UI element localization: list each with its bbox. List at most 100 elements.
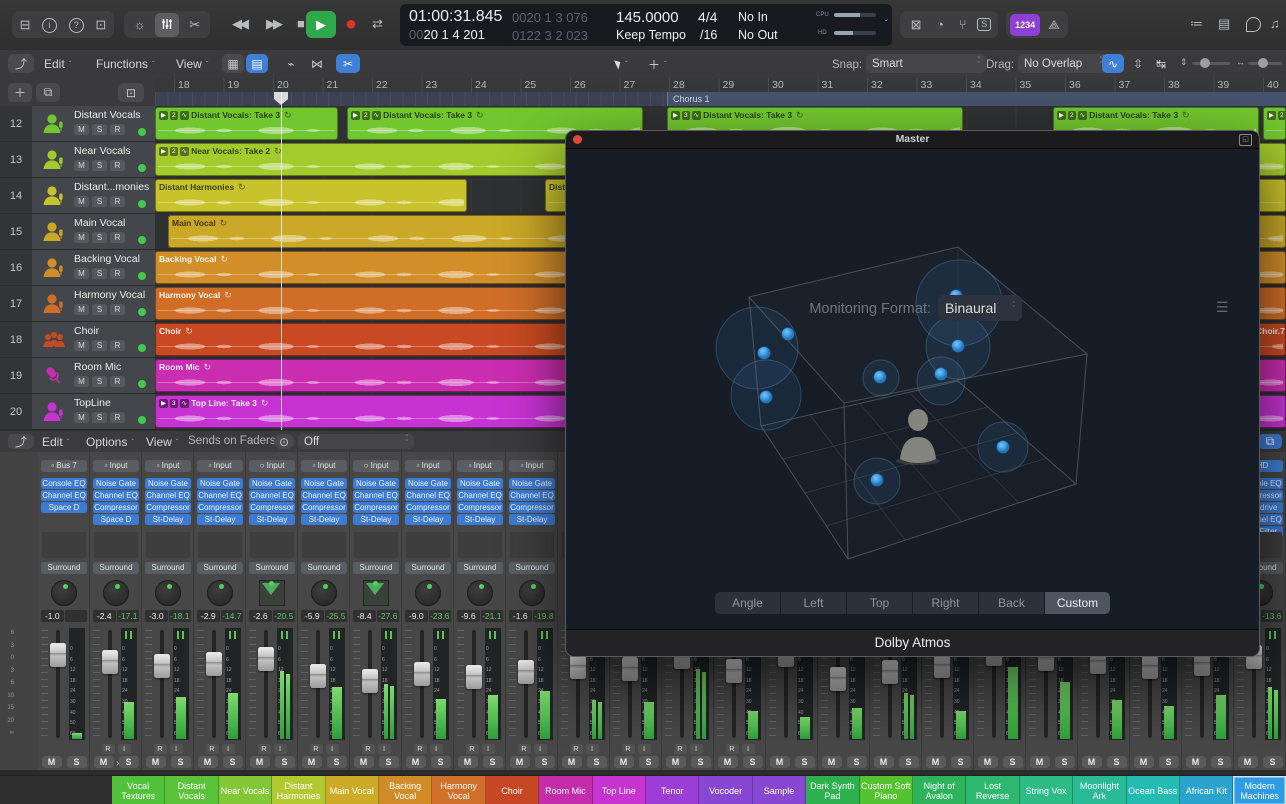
mute-button[interactable]: M bbox=[74, 376, 89, 387]
fx-plugin-button[interactable]: Noise Gate bbox=[197, 478, 243, 489]
input-monitor-dot[interactable] bbox=[138, 308, 146, 316]
track-header[interactable]: Backing Vocal M S R bbox=[32, 250, 155, 285]
dual-mixer-view-button[interactable]: ⧉ bbox=[1258, 434, 1282, 449]
input-monitor-button[interactable]: I bbox=[741, 744, 755, 754]
send-db-value[interactable]: -21.1 bbox=[480, 610, 503, 622]
record-button[interactable]: R bbox=[110, 340, 125, 351]
project-chooser-icon[interactable]: ⊟ bbox=[16, 18, 35, 31]
master-plugin-window[interactable]: Master ◱ Monitoring Format: Binaural ˆˇ … bbox=[565, 130, 1260, 657]
mute-button[interactable]: M bbox=[74, 160, 89, 171]
view-menu[interactable]: View ˇ bbox=[176, 55, 208, 73]
tools-icon[interactable]: ✂ bbox=[185, 18, 204, 31]
output-slot-button[interactable]: Surround bbox=[301, 562, 347, 574]
volume-db-value[interactable]: -2.4 bbox=[93, 610, 116, 622]
back-button[interactable]: ⤴ bbox=[8, 54, 34, 73]
fx-plugin-button[interactable]: St-Delay bbox=[197, 514, 243, 525]
record-ready-button[interactable]: R bbox=[153, 744, 167, 754]
track-name[interactable]: Choir bbox=[74, 325, 152, 337]
volume-db-value[interactable]: -1.6 bbox=[509, 610, 532, 622]
input-slot-button[interactable]: ▫ Input bbox=[145, 460, 191, 472]
add-track-button[interactable]: ＋ bbox=[8, 83, 32, 102]
input-monitor-dot[interactable] bbox=[138, 128, 146, 136]
track-number[interactable]: 13 bbox=[0, 142, 33, 177]
inspector-icon[interactable]: i bbox=[38, 17, 61, 33]
mute-button[interactable]: M bbox=[93, 756, 114, 768]
audio-object-dot[interactable] bbox=[934, 367, 948, 381]
vertical-zoom-icon[interactable]: ⇳ bbox=[1128, 54, 1148, 73]
solo-button[interactable]: S bbox=[1210, 756, 1231, 768]
audio-object-dot[interactable] bbox=[996, 440, 1010, 454]
rewind-button[interactable]: ◀◀ bbox=[228, 17, 250, 30]
pan-knob[interactable] bbox=[155, 580, 181, 606]
lcd-display[interactable]: 01:00:31.845 0020 1 4 201 0020 1 3 076 0… bbox=[400, 4, 892, 46]
mute-button[interactable]: M bbox=[769, 756, 790, 768]
fader-cap[interactable] bbox=[102, 650, 118, 675]
fx-plugin-button[interactable]: Channel EQ bbox=[197, 490, 243, 501]
fx-plugin-button[interactable]: Channel EQ bbox=[457, 490, 503, 501]
fx-plugin-button[interactable]: Channel EQ bbox=[405, 490, 451, 501]
track-header[interactable]: Main Vocal M S R bbox=[32, 214, 155, 249]
record-button[interactable]: R bbox=[110, 124, 125, 135]
record-ready-button[interactable]: R bbox=[101, 744, 115, 754]
mute-button[interactable]: M bbox=[353, 756, 374, 768]
mute-button[interactable]: M bbox=[1081, 756, 1102, 768]
mute-button[interactable]: M bbox=[74, 304, 89, 315]
track-header[interactable]: Distant Vocals M S R bbox=[32, 106, 155, 141]
record-ready-button[interactable]: R bbox=[725, 744, 739, 754]
fx-plugin-button[interactable]: St-Delay bbox=[301, 514, 347, 525]
lcd-division[interactable]: /16 bbox=[700, 28, 717, 42]
duplicate-track-button[interactable]: ⧉ bbox=[36, 83, 60, 102]
pan-control[interactable] bbox=[350, 578, 402, 608]
volume-db-value[interactable]: -9.6 bbox=[457, 610, 480, 622]
view-button-angle[interactable]: Angle bbox=[715, 592, 780, 614]
track-name[interactable]: Harmony Vocal bbox=[74, 289, 152, 301]
track-select-chip[interactable]: Vocoder bbox=[699, 776, 753, 804]
mute-button[interactable]: M bbox=[821, 756, 842, 768]
mute-button[interactable]: M bbox=[509, 756, 530, 768]
fx-plugin-button[interactable]: St-Delay bbox=[249, 514, 295, 525]
input-monitor-button[interactable]: I bbox=[377, 744, 391, 754]
send-db-value[interactable]: -27.6 bbox=[376, 610, 399, 622]
fx-plugin-button[interactable]: Channel EQ bbox=[41, 490, 87, 501]
count-in-button[interactable]: 1234 bbox=[1010, 13, 1041, 36]
solo-button[interactable]: S bbox=[222, 756, 243, 768]
track-select-chip[interactable]: Sample bbox=[752, 776, 807, 804]
fx-plugin-button[interactable]: Compressor bbox=[509, 502, 555, 513]
solo-button[interactable]: S bbox=[92, 376, 107, 387]
cycle-marker-band[interactable]: Chorus 1 bbox=[155, 92, 1286, 106]
audio-region[interactable]: ▶2∿Distant Vocals: Take 3↻ bbox=[1263, 107, 1286, 140]
track-name[interactable]: Distant Vocals bbox=[74, 109, 152, 121]
fader-cap[interactable] bbox=[882, 660, 898, 685]
fx-plugin-button[interactable]: Compressor bbox=[301, 502, 347, 513]
functions-menu[interactable]: Functions ˇ bbox=[96, 55, 155, 73]
mute-button[interactable]: M bbox=[1237, 756, 1258, 768]
send-db-value[interactable]: -17.1 bbox=[116, 610, 139, 622]
fx-plugin-button[interactable]: St-Delay bbox=[457, 514, 503, 525]
track-name[interactable]: Room Mic bbox=[74, 361, 152, 373]
lcd-tempo-mode[interactable]: Keep Tempo bbox=[616, 28, 686, 42]
volume-db-value[interactable]: -1.0 bbox=[41, 610, 64, 622]
solo-button[interactable]: S bbox=[92, 160, 107, 171]
metronome-icon[interactable]: ⟁ bbox=[1044, 18, 1064, 31]
track-select-chip[interactable]: String Vox bbox=[1019, 776, 1074, 804]
sends-on-faders-dropdown[interactable]: Off ˆ ˇ bbox=[298, 434, 414, 449]
fader-cap[interactable] bbox=[154, 653, 170, 678]
sends-area[interactable] bbox=[406, 532, 450, 558]
input-monitor-dot[interactable] bbox=[138, 200, 146, 208]
send-db-value[interactable]: -25.5 bbox=[324, 610, 347, 622]
fader-cap[interactable] bbox=[414, 661, 430, 686]
fx-plugin-button[interactable]: Channel EQ bbox=[353, 490, 399, 501]
input-monitor-button[interactable]: I bbox=[325, 744, 339, 754]
sends-area[interactable] bbox=[302, 532, 346, 558]
mute-button[interactable]: M bbox=[74, 124, 89, 135]
fader-cap[interactable] bbox=[258, 646, 274, 671]
mute-button[interactable]: M bbox=[301, 756, 322, 768]
input-monitor-dot[interactable] bbox=[138, 164, 146, 172]
record-ready-button[interactable]: R bbox=[517, 744, 531, 754]
fx-plugin-button[interactable]: Compressor bbox=[457, 502, 503, 513]
mixer-expand-icon[interactable]: › bbox=[116, 758, 119, 769]
audio-object-dot[interactable] bbox=[870, 473, 884, 487]
fx-plugin-button[interactable]: Compressor bbox=[249, 502, 295, 513]
pan-knob[interactable] bbox=[207, 580, 233, 606]
solo-button[interactable]: S bbox=[534, 756, 555, 768]
